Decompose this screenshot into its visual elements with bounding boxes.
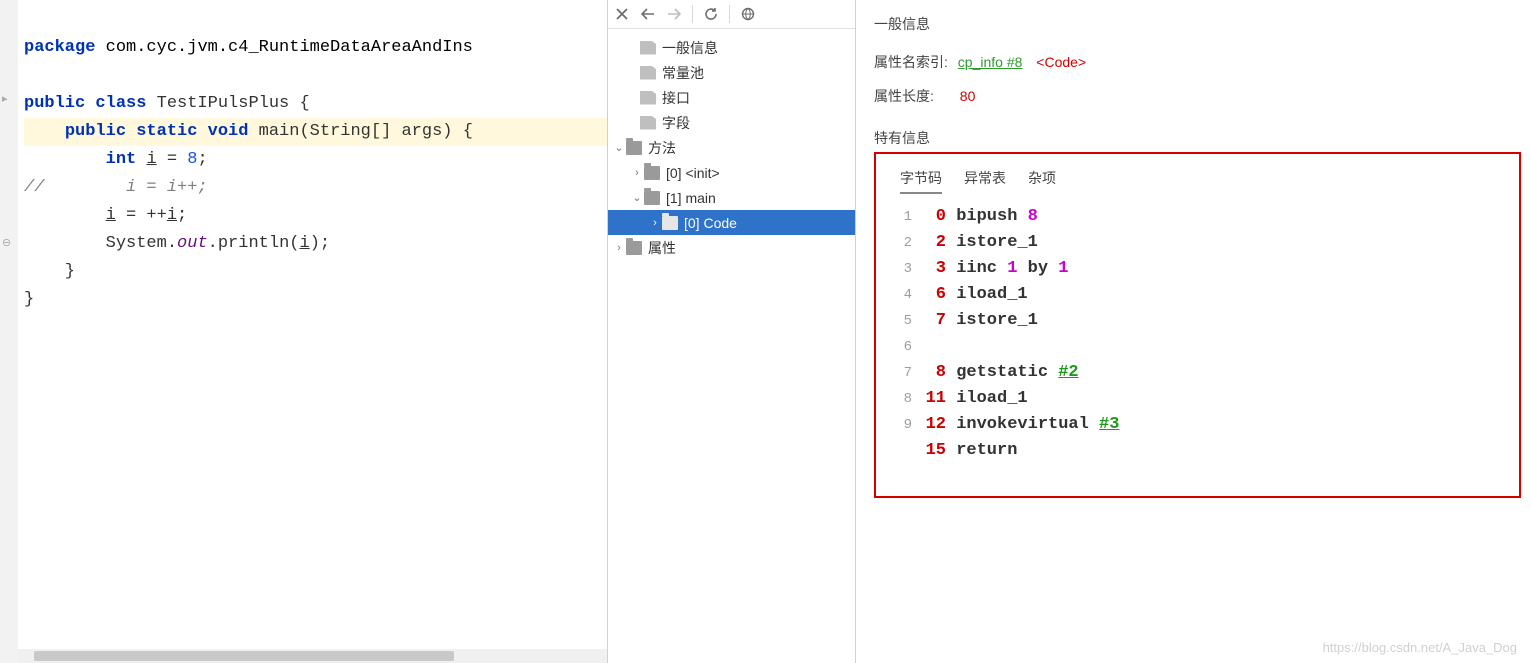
kw-public-class: public class — [24, 94, 157, 113]
kw-package: package — [24, 38, 95, 57]
file-icon — [640, 116, 656, 130]
source-code-panel: ▸ ⊖ package com.cyc.jvm.c4_RuntimeDataAr… — [0, 0, 608, 663]
attr-name-index-label: 属性名索引: — [874, 54, 948, 70]
tree-node-attributes[interactable]: ›属性 — [608, 235, 855, 260]
globe-icon[interactable] — [740, 6, 756, 22]
bytecode-row: 912 invokevirtual #3 — [892, 412, 1511, 438]
scrollbar-thumb[interactable] — [34, 651, 454, 661]
bytecode-box: 字节码 异常表 杂项 10 bipush 822 istore_133 iinc… — [874, 152, 1521, 498]
attr-length-row: 属性长度: 80 — [874, 86, 1521, 106]
refresh-icon[interactable] — [703, 6, 719, 22]
chevron-right-icon[interactable]: › — [630, 167, 644, 179]
tree-node-general[interactable]: 一般信息 — [608, 35, 855, 60]
bytecode-listing: 10 bipush 822 istore_133 iinc 1 by 146 i… — [890, 204, 1511, 464]
tree-node-fields[interactable]: 字段 — [608, 110, 855, 135]
file-icon — [640, 66, 656, 80]
tree-node-constpool[interactable]: 常量池 — [608, 60, 855, 85]
folder-icon — [662, 216, 678, 230]
chevron-right-icon[interactable]: › — [648, 217, 662, 229]
bytecode-row: 78 getstatic #2 — [892, 360, 1511, 386]
tree-node-interfaces[interactable]: 接口 — [608, 85, 855, 110]
comment-line: // i = i++; — [24, 178, 208, 197]
folder-icon — [626, 141, 642, 155]
tree-node-method-main[interactable]: ⌄[1] main — [608, 185, 855, 210]
tree-node-method-init[interactable]: ›[0] <init> — [608, 160, 855, 185]
code-area[interactable]: package com.cyc.jvm.c4_RuntimeDataAreaAn… — [18, 0, 607, 342]
watermark: https://blog.csdn.net/A_Java_Dog — [1323, 640, 1517, 655]
forward-icon[interactable] — [666, 6, 682, 22]
section-title-general: 一般信息 — [874, 14, 1521, 34]
class-name: TestIPulsPlus — [157, 94, 290, 113]
code-gutter: ▸ ⊖ — [0, 0, 18, 663]
bytecode-tabs: 字节码 异常表 杂项 — [890, 164, 1511, 204]
attr-name-type: <Code> — [1036, 54, 1086, 70]
bytecode-row: 6 — [892, 334, 1511, 360]
back-icon[interactable] — [640, 6, 656, 22]
attr-name-index-row: 属性名索引: cp_info #8 <Code> — [874, 52, 1521, 72]
package-name: com.cyc.jvm.c4_RuntimeDataAreaAndIns — [106, 38, 473, 57]
main-name: main — [259, 122, 300, 141]
bytecode-row: 10 bipush 8 — [892, 204, 1511, 230]
bytecode-row: 46 iload_1 — [892, 282, 1511, 308]
bytecode-row: 57 istore_1 — [892, 308, 1511, 334]
chevron-down-icon[interactable]: ⌄ — [612, 141, 626, 154]
folder-icon — [644, 191, 660, 205]
tab-bytecode[interactable]: 字节码 — [900, 168, 942, 194]
close-icon[interactable] — [614, 6, 630, 22]
tree-toolbar — [608, 0, 855, 29]
tab-exception-table[interactable]: 异常表 — [964, 168, 1006, 194]
structure-tree-panel: 一般信息 常量池 接口 字段 ⌄方法 ›[0] <init> ⌄[1] main… — [608, 0, 856, 663]
structure-tree[interactable]: 一般信息 常量池 接口 字段 ⌄方法 ›[0] <init> ⌄[1] main… — [608, 29, 855, 663]
bytecode-row: 811 iload_1 — [892, 386, 1511, 412]
gutter-run-icon[interactable]: ▸ — [2, 92, 8, 105]
gutter-fold-icon[interactable]: ⊖ — [2, 236, 11, 249]
attr-length-label: 属性长度: — [874, 88, 934, 104]
cp-info-link[interactable]: cp_info #8 — [958, 54, 1023, 70]
file-icon — [640, 91, 656, 105]
tab-misc[interactable]: 杂项 — [1028, 168, 1056, 194]
code-horizontal-scrollbar[interactable] — [18, 649, 607, 663]
attr-length-value: 80 — [960, 88, 976, 104]
folder-icon — [644, 166, 660, 180]
folder-icon — [626, 241, 642, 255]
tree-node-methods[interactable]: ⌄方法 — [608, 135, 855, 160]
chevron-right-icon[interactable]: › — [612, 242, 626, 254]
bytecode-row: 22 istore_1 — [892, 230, 1511, 256]
section-title-specific: 特有信息 — [874, 128, 1521, 148]
bytecode-row: 33 iinc 1 by 1 — [892, 256, 1511, 282]
kw-main-sig: public static void — [65, 122, 259, 141]
bytecode-row: 15 return — [892, 438, 1511, 464]
file-icon — [640, 41, 656, 55]
tree-node-code[interactable]: ›[0] Code — [608, 210, 855, 235]
detail-panel: 一般信息 属性名索引: cp_info #8 <Code> 属性长度: 80 特… — [856, 0, 1531, 663]
chevron-down-icon[interactable]: ⌄ — [630, 191, 644, 204]
